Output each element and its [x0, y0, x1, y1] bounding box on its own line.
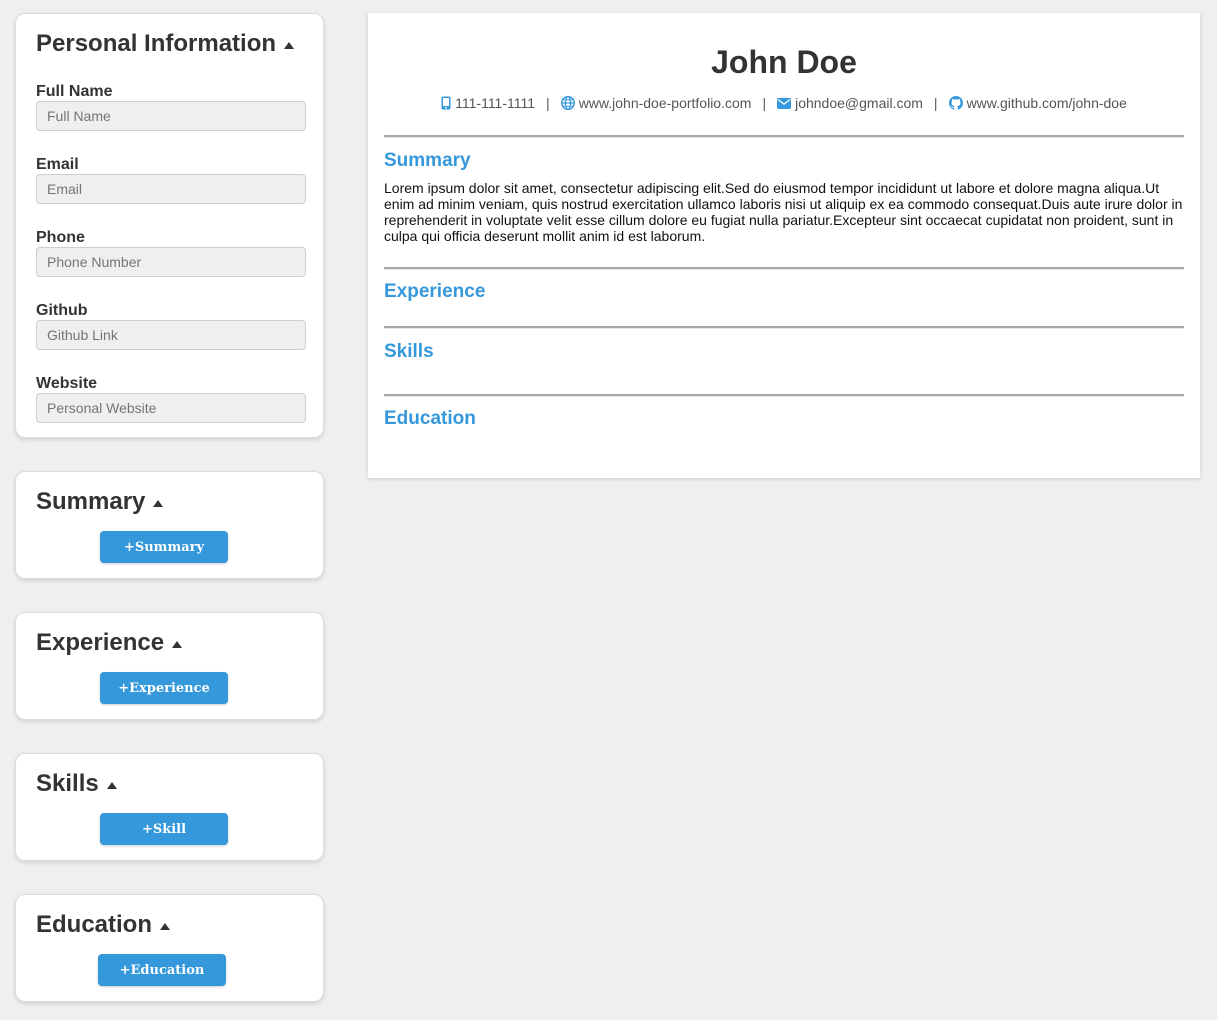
website-label: Website — [36, 375, 98, 392]
resume-summary-heading: Summary — [384, 150, 471, 171]
resume-name: John Doe — [711, 44, 857, 80]
collapse-caret-icon[interactable] — [153, 499, 164, 507]
section-divider — [384, 326, 1184, 329]
experience-panel-header[interactable]: Experience — [36, 629, 183, 657]
full-name-label: Full Name — [36, 83, 113, 100]
section-divider — [384, 267, 1184, 270]
summary-panel-title: Summary — [36, 488, 146, 515]
website-input[interactable] — [36, 393, 306, 423]
contact-github-text: www.github.com/john-doe — [966, 95, 1127, 111]
envelope-icon — [777, 97, 792, 109]
add-summary-button[interactable]: +Summary — [100, 531, 228, 563]
contact-website: www.john-doe-portfolio.com — [560, 95, 752, 111]
skills-panel-header[interactable]: Skills — [36, 770, 117, 798]
resume-summary-text: Lorem ipsum dolor sit amet, consectetur … — [384, 180, 1183, 244]
phone-input[interactable] — [36, 247, 306, 277]
contact-github: www.github.com/john-doe — [948, 95, 1127, 111]
resume-skills-heading: Skills — [384, 341, 434, 362]
education-panel-title: Education — [36, 911, 153, 938]
mobile-phone-icon — [441, 96, 451, 110]
email-label: Email — [36, 156, 79, 173]
personal-information-panel: Personal Information Full Name Email Pho… — [15, 13, 324, 438]
add-education-button[interactable]: +Education — [98, 954, 226, 986]
github-label: Github — [36, 302, 88, 319]
github-input[interactable] — [36, 320, 306, 350]
summary-panel: Summary +Summary — [15, 471, 324, 579]
collapse-caret-icon[interactable] — [284, 41, 295, 49]
education-panel-header[interactable]: Education — [36, 911, 171, 939]
education-panel: Education +Education — [15, 894, 324, 1002]
skills-panel-title: Skills — [36, 770, 99, 797]
experience-panel-title: Experience — [36, 629, 165, 656]
resume-experience-heading: Experience — [384, 281, 486, 302]
skills-panel: Skills +Skill — [15, 753, 324, 861]
contact-separator: | — [762, 95, 767, 111]
contact-phone-text: 111-111-1111 — [455, 95, 536, 111]
collapse-caret-icon[interactable] — [172, 640, 183, 648]
contact-website-text: www.john-doe-portfolio.com — [578, 95, 752, 111]
contact-email-text: johndoe@gmail.com — [795, 95, 923, 111]
resume-preview: John Doe 111-111-1111 | www.john-doe-por… — [368, 13, 1200, 478]
section-divider — [384, 394, 1184, 397]
experience-panel: Experience +Experience — [15, 612, 324, 720]
collapse-caret-icon[interactable] — [106, 781, 117, 789]
personal-information-title: Personal Information — [36, 30, 277, 57]
contact-separator: | — [546, 95, 550, 111]
full-name-input[interactable] — [36, 101, 306, 131]
section-divider — [384, 135, 1184, 138]
resume-education-heading: Education — [384, 408, 476, 429]
email-input[interactable] — [36, 174, 306, 204]
personal-information-header[interactable]: Personal Information — [36, 30, 295, 58]
github-icon — [948, 96, 963, 110]
collapse-caret-icon[interactable] — [160, 922, 171, 930]
contact-phone: 111-111-1111 — [441, 95, 535, 111]
phone-label: Phone — [36, 229, 85, 246]
globe-icon — [560, 96, 575, 110]
add-experience-button[interactable]: +Experience — [100, 672, 228, 704]
contact-separator: | — [933, 95, 938, 111]
contact-email: johndoe@gmail.com — [777, 95, 923, 111]
add-skill-button[interactable]: +Skill — [100, 813, 228, 845]
summary-panel-header[interactable]: Summary — [36, 488, 164, 516]
contact-row: 111-111-1111 | www.john-doe-portfolio.co… — [368, 95, 1200, 111]
